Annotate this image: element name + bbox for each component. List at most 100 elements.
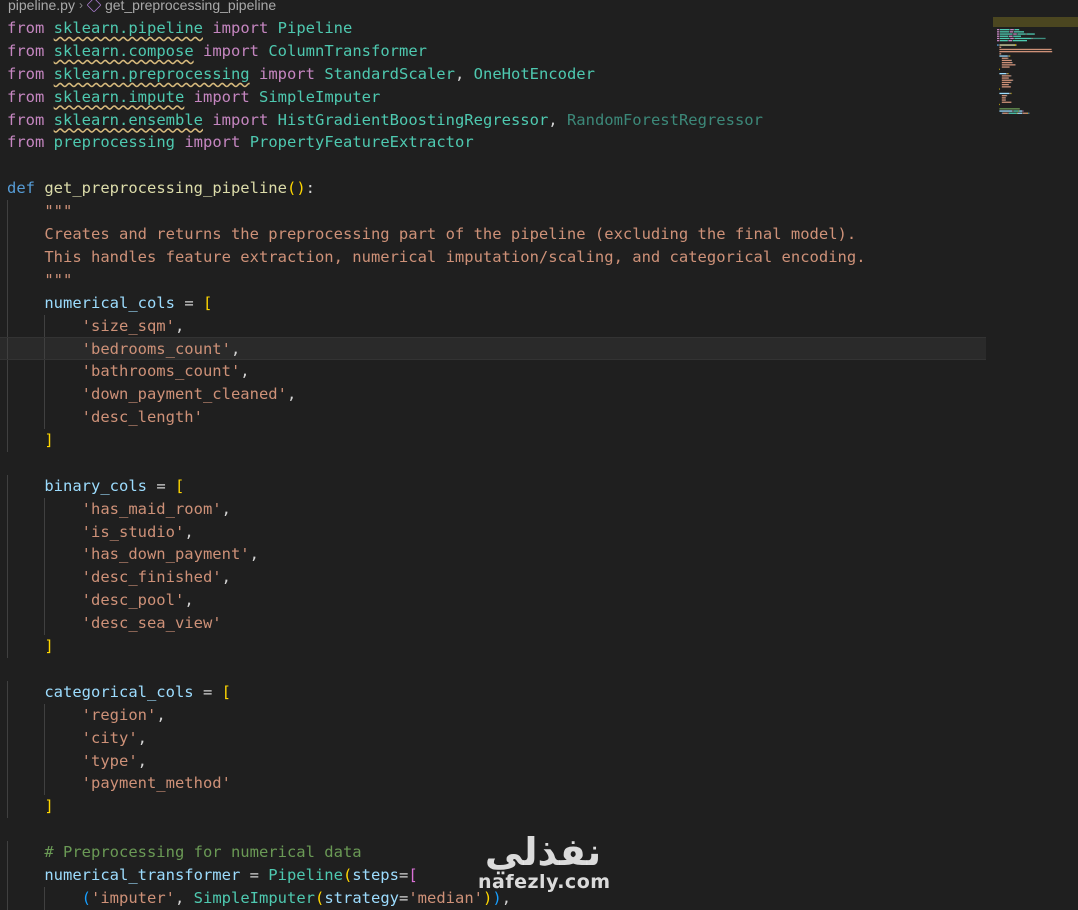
code-token: ] <box>44 637 54 656</box>
code-line[interactable]: 'desc_finished', <box>0 566 986 590</box>
code-line[interactable]: ] <box>0 429 986 452</box>
indent-guide <box>7 497 8 521</box>
code-line[interactable]: Creates and returns the preprocessing pa… <box>0 223 986 246</box>
code-token: SimpleImputer <box>193 888 315 907</box>
code-token: def <box>7 179 35 198</box>
indent-guide <box>7 635 8 658</box>
indent-guide <box>7 474 8 498</box>
code-line[interactable]: numerical_cols = [ <box>0 291 986 315</box>
code-line[interactable]: from sklearn.pipeline import Pipeline <box>0 17 986 40</box>
code-line[interactable]: 'region', <box>0 703 986 727</box>
minimap-token <box>1013 35 1021 37</box>
code-line[interactable]: def get_preprocessing_pipeline(): <box>0 177 986 200</box>
code-line[interactable]: 'bedrooms_count', <box>0 337 986 361</box>
code-line[interactable] <box>0 658 986 681</box>
code-line[interactable]: 'has_maid_room', <box>0 497 986 521</box>
code-token: import <box>258 64 315 83</box>
minimap-token <box>1013 110 1019 112</box>
code-line[interactable]: 'has_down_payment', <box>0 543 986 567</box>
minimap-token <box>1018 110 1020 112</box>
code-line[interactable]: from sklearn.preprocessing import Standa… <box>0 63 986 86</box>
code-token: = <box>240 865 269 884</box>
code-line[interactable]: 'desc_sea_view' <box>0 612 986 636</box>
minimap-token <box>999 68 1000 70</box>
code-token: 'down_payment_cleaned' <box>81 385 287 404</box>
code-line[interactable]: 'payment_method' <box>0 772 986 796</box>
minimap-token <box>999 73 1006 75</box>
code-line[interactable]: 'type', <box>0 749 986 773</box>
minimap-token <box>1015 44 1017 46</box>
code-token: , <box>286 385 297 404</box>
indent-guide <box>7 520 8 544</box>
code-token: , <box>454 64 474 83</box>
code-line[interactable]: from sklearn.compose import ColumnTransf… <box>0 40 986 63</box>
code-line[interactable]: 'down_payment_cleaned', <box>0 383 986 407</box>
code-line[interactable]: 'city', <box>0 726 986 750</box>
code-token: 'desc_finished' <box>81 568 222 587</box>
minimap-viewport[interactable] <box>993 17 1078 27</box>
code-line[interactable]: 'size_sqm', <box>0 314 986 338</box>
code-token: = <box>193 682 222 701</box>
minimap-token <box>999 110 1012 112</box>
indent-guide <box>44 772 46 796</box>
code-line[interactable]: """ <box>0 268 986 292</box>
code-line[interactable]: This handles feature extraction, numeric… <box>0 245 986 269</box>
minimap-token <box>1001 84 1009 86</box>
indent-guide <box>44 360 46 384</box>
code-token: # Preprocessing for numerical data <box>44 843 362 862</box>
code-token: = <box>146 476 175 495</box>
code-token: This handles feature extraction, numeric… <box>44 247 866 266</box>
minimap-token <box>1001 86 1011 88</box>
minimap-token <box>1008 77 1009 79</box>
code-token: import <box>184 133 241 152</box>
code-token: import <box>212 19 269 37</box>
code-token: RandomForestRegressor <box>566 110 763 129</box>
code-token: 'has_maid_room' <box>81 499 222 518</box>
code-token: , <box>249 545 259 564</box>
code-token: """ <box>44 270 73 289</box>
code-token: strategy <box>324 888 399 907</box>
chevron-right-icon: › <box>78 0 83 12</box>
minimap[interactable] <box>993 17 1078 207</box>
indent-guide <box>44 520 46 544</box>
code-token: [ <box>408 865 418 884</box>
code-token: 'region' <box>81 705 157 724</box>
code-line[interactable]: binary_cols = [ <box>0 474 986 498</box>
code-line[interactable]: ] <box>0 635 986 658</box>
indent-guide <box>7 863 8 887</box>
minimap-token <box>1001 57 1008 59</box>
minimap-token <box>999 88 1000 90</box>
code-line[interactable]: """ <box>0 200 986 224</box>
code-line[interactable]: from preprocessing import PropertyFeatur… <box>0 131 986 154</box>
breadcrumb-file[interactable]: pipeline.py <box>8 0 75 13</box>
breadcrumb-symbol[interactable]: get_preprocessing_pipeline <box>105 0 276 13</box>
minimap-token <box>1005 99 1006 101</box>
code-token: 'median' <box>408 888 483 907</box>
code-token: categorical_cols <box>44 682 194 701</box>
code-line[interactable] <box>0 154 986 177</box>
code-line[interactable]: categorical_cols = [ <box>0 680 986 704</box>
code-line[interactable]: from sklearn.impute import SimpleImputer <box>0 86 986 109</box>
code-line[interactable]: 'desc_length' <box>0 406 986 430</box>
code-line[interactable]: 'is_studio', <box>0 520 986 544</box>
code-token: , <box>184 522 194 541</box>
minimap-token <box>1022 110 1024 112</box>
minimap-token <box>1012 40 1027 42</box>
code-token: = <box>174 293 203 312</box>
minimap-token <box>1017 33 1026 35</box>
code-line[interactable]: from sklearn.ensemble import HistGradien… <box>0 109 986 132</box>
code-token: from <box>7 133 45 152</box>
code-line[interactable]: 'desc_pool', <box>0 589 986 613</box>
code-line[interactable]: ] <box>0 795 986 819</box>
code-editor[interactable]: from sklearn.pipeline import Pipeline fro… <box>0 17 986 910</box>
code-line[interactable]: 'bathrooms_count', <box>0 360 986 384</box>
minimap-token <box>997 37 1000 40</box>
code-line[interactable] <box>0 452 986 475</box>
